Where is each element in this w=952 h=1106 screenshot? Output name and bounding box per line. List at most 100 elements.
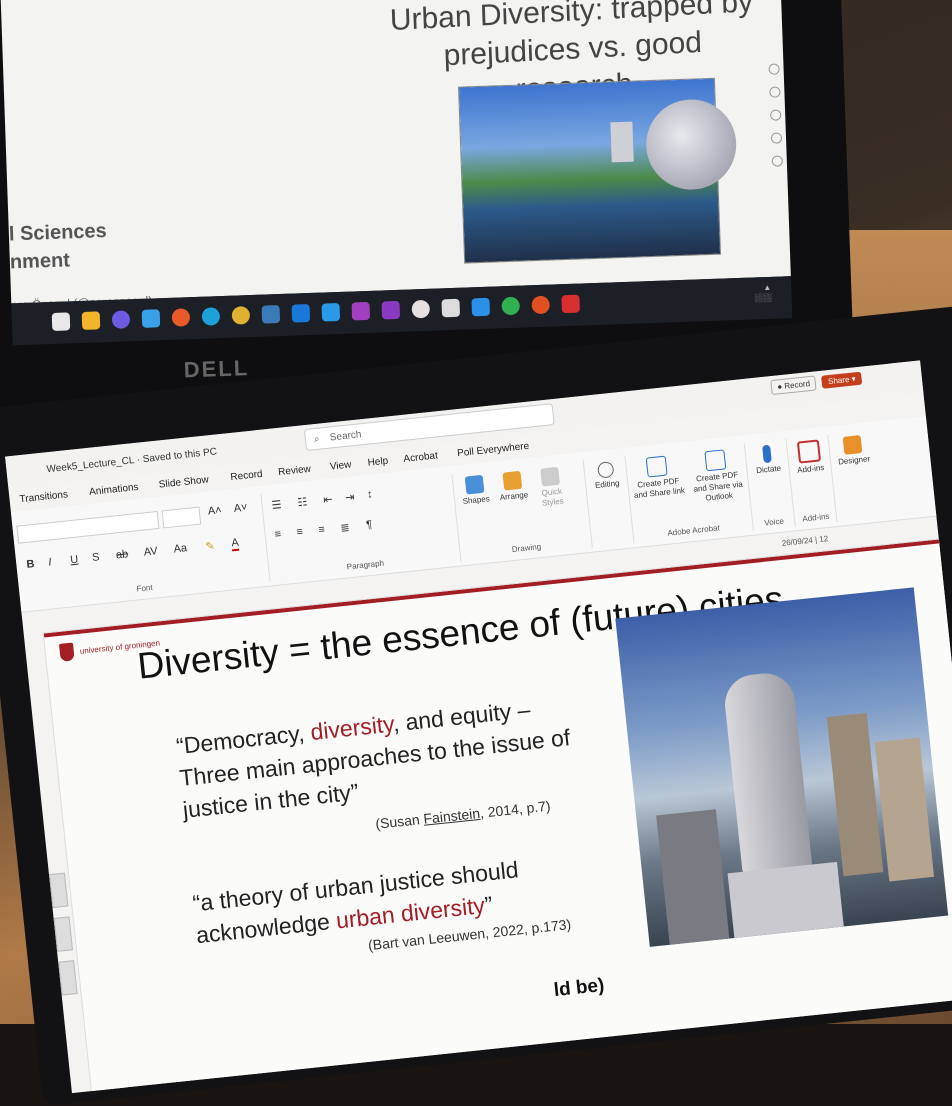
toolbar-dot-icon[interactable] [770,132,782,144]
toolbar-dot-icon[interactable] [768,86,781,98]
tab-record[interactable]: Record [230,469,263,483]
align-left-icon[interactable]: ≡ [274,528,282,541]
line-spacing-icon[interactable]: ↕ [366,488,373,501]
tab-animations[interactable]: Animations [89,482,139,498]
building-shape [826,712,884,877]
align-center-icon[interactable]: ≡ [296,526,304,539]
addins-label: Add-ins [796,463,825,475]
tab-poll-everywhere[interactable]: Poll Everywhere [457,441,530,459]
chrome-icon[interactable] [231,306,251,325]
toolbar-dot-icon[interactable] [767,63,780,75]
shapes-button[interactable]: Shapes [456,474,495,508]
toolbar-dot-icon[interactable] [771,155,783,167]
monitor-slide-photo [459,78,738,263]
tower-shape [610,121,634,163]
slide-thumbnail[interactable] [48,872,69,909]
app-icon[interactable] [141,309,161,328]
copilot-icon[interactable] [111,310,131,329]
designer-icon [842,435,863,455]
statue-figure [722,670,813,877]
system-tray[interactable]: ▲ ░░░ [754,283,772,304]
quick-styles-button[interactable]: Quick Styles [531,466,571,510]
record-label: Record [783,379,811,391]
quote1-highlight: diversity [309,710,395,746]
align-right-icon[interactable]: ≡ [318,524,326,537]
dictate-label: Dictate [755,463,782,476]
user-avatar[interactable] [781,360,795,365]
app-icon[interactable] [411,299,431,319]
pdf-outlook-icon [704,449,727,472]
cite1-author: Fainstein [422,804,481,827]
monitor-screen: Urban Diversity: trapped by prejudices v… [0,0,791,304]
app-icon[interactable] [441,298,461,318]
record-button[interactable]: ● Record [770,375,817,396]
app-icon[interactable] [501,296,521,316]
grow-font-button[interactable]: A˄ [207,504,222,517]
app-icon[interactable] [321,302,341,322]
tab-transitions[interactable]: Transitions [19,489,68,505]
search-placeholder: Search [329,429,362,444]
monitor-left-line1: l Sciences [8,220,108,246]
dell-logo: DELL [183,355,250,383]
dictate-button[interactable]: Dictate [748,443,787,477]
acrobat-icon[interactable] [561,294,580,314]
designer-button[interactable]: Designer [832,434,875,468]
text-direction-icon[interactable]: ¶ [366,519,373,532]
tab-review[interactable]: Review [278,464,312,478]
font-name-select[interactable] [16,510,160,544]
monitor-side-toolbar[interactable] [763,51,790,242]
tab-view[interactable]: View [329,459,352,472]
tab-acrobat[interactable]: Acrobat [403,450,438,465]
bullets-icon[interactable]: ☰ [271,498,282,512]
quote2-text-end: ” [483,891,494,918]
tab-help[interactable]: Help [367,456,389,469]
voice-group-label: Voice [763,516,785,528]
edge-icon[interactable] [201,307,221,326]
highlight-icon[interactable]: ✎ [205,539,215,553]
addins-button[interactable]: Add-ins [790,439,829,477]
drawing-group: Shapes Arrange Quick Styles Drawing [453,460,593,562]
onenote-icon[interactable] [351,301,371,321]
decrease-indent-icon[interactable]: ⇤ [323,493,333,507]
teams-icon[interactable] [381,300,401,320]
slide-canvas[interactable]: university of groningen Diversity = the … [43,539,952,1094]
paragraph-group-label: Paragraph [346,558,385,572]
shadow-button[interactable]: S [92,551,101,564]
app-icon[interactable] [531,295,551,315]
adobe-group-label: Adobe Acrobat [666,523,721,538]
toolbar-dot-icon[interactable] [769,109,781,121]
justify-icon[interactable]: ≣ [340,521,350,535]
strikethrough-button[interactable]: ab [115,548,128,561]
underline-button[interactable]: U [70,554,79,567]
create-pdf-outlook-button[interactable]: Create PDF and Share via Outlook [686,447,747,505]
firefox-icon[interactable] [171,308,191,327]
tab-slide-show[interactable]: Slide Show [158,474,209,490]
change-case-button[interactable]: Aa [173,542,188,555]
slide-thumbnail[interactable] [53,916,74,952]
font-size-select[interactable] [161,506,202,529]
create-pdf-share-link-button[interactable]: Create PDF and Share link [629,454,687,501]
building-shape [874,737,935,882]
drawing-group-label: Drawing [511,542,542,555]
numbering-icon[interactable]: ☷ [297,495,308,509]
increase-indent-icon[interactable]: ⇥ [345,490,355,504]
bold-button[interactable]: B [26,558,35,571]
char-spacing-button[interactable]: AV [143,545,158,558]
addins-grid-icon [796,439,822,464]
laptop-screen: Week5_Lecture_CL · Saved to this PC ⌕ Se… [5,360,952,1094]
designer-group: Designer [829,430,882,522]
slide-thumbnail[interactable] [58,960,78,996]
share-button[interactable]: Share ▾ [821,371,863,389]
create-pdf-share-label: Create PDF and Share link [633,476,686,501]
app-icon[interactable] [471,297,491,317]
quick-styles-icon [540,466,561,487]
file-explorer-icon[interactable] [51,312,71,331]
editing-button[interactable]: Editing [587,460,626,492]
font-color-button[interactable]: A [230,536,240,552]
outlook-icon[interactable] [291,303,311,323]
italic-button[interactable]: I [48,556,52,568]
folder-icon[interactable] [81,311,101,330]
app-icon[interactable] [261,305,281,324]
shrink-font-button[interactable]: A˅ [233,502,248,515]
arrange-button[interactable]: Arrange [494,470,533,504]
